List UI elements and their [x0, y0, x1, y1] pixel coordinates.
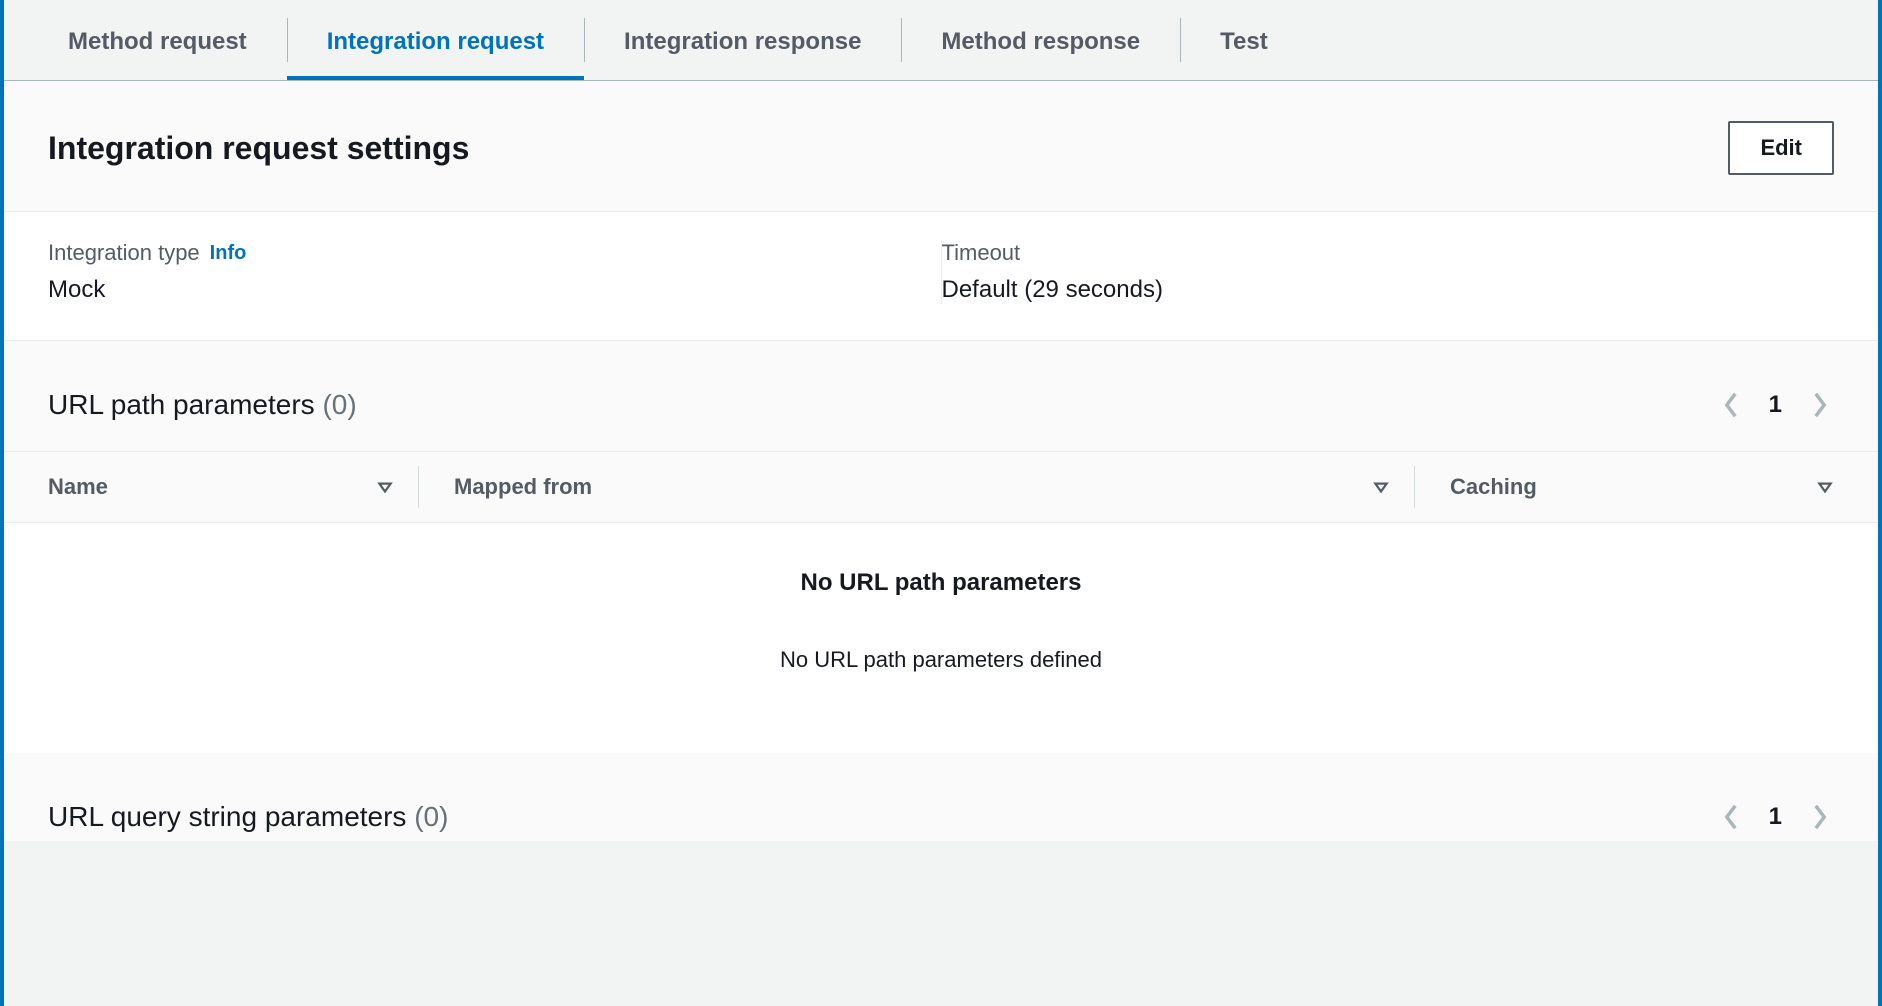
tab-label: Method request — [68, 28, 247, 55]
tab-label: Integration request — [327, 28, 544, 55]
tab-method-response[interactable]: Method response — [901, 0, 1180, 80]
sort-icon — [1372, 478, 1390, 496]
column-label: Mapped from — [454, 474, 592, 500]
empty-subtitle: No URL path parameters defined — [48, 647, 1834, 673]
section-title-text: URL query string parameters — [48, 801, 406, 832]
tab-integration-request[interactable]: Integration request — [287, 0, 584, 80]
url-path-params-pager: 1 — [1717, 391, 1834, 419]
url-query-params-header: URL query string parameters (0) 1 — [4, 753, 1878, 841]
tab-label: Method response — [941, 28, 1140, 55]
sort-icon — [376, 478, 394, 496]
timeout-value: Default (29 seconds) — [942, 276, 1795, 304]
integration-request-settings-panel: Integration request settings Edit Integr… — [4, 81, 1878, 341]
page-number: 1 — [1769, 803, 1782, 831]
timeout-label: Timeout — [942, 240, 1021, 266]
url-path-params-empty-state: No URL path parameters No URL path param… — [4, 523, 1878, 753]
column-name[interactable]: Name — [48, 452, 418, 522]
chevron-right-icon[interactable] — [1806, 391, 1834, 419]
integration-type-field: Integration type Info Mock — [48, 240, 941, 304]
section-count: (0) — [322, 389, 356, 420]
sort-icon — [1816, 478, 1834, 496]
chevron-right-icon[interactable] — [1806, 803, 1834, 831]
chevron-left-icon[interactable] — [1717, 391, 1745, 419]
url-path-params-title: URL path parameters (0) — [48, 389, 357, 421]
tab-test[interactable]: Test — [1180, 0, 1308, 80]
integration-type-label: Integration type — [48, 240, 200, 266]
url-path-params-table-header: Name Mapped from Caching — [4, 451, 1878, 523]
integration-type-info-link[interactable]: Info — [210, 242, 247, 265]
chevron-left-icon[interactable] — [1717, 803, 1745, 831]
section-count: (0) — [414, 801, 448, 832]
settings-header: Integration request settings Edit — [4, 81, 1878, 212]
url-query-params-pager: 1 — [1717, 803, 1834, 831]
integration-type-value: Mock — [48, 276, 901, 304]
edit-button[interactable]: Edit — [1728, 121, 1834, 175]
timeout-field: Timeout Default (29 seconds) — [942, 240, 1835, 304]
page-number: 1 — [1769, 391, 1782, 419]
tab-integration-response[interactable]: Integration response — [584, 0, 901, 80]
section-title-text: URL path parameters — [48, 389, 315, 420]
url-query-params-title: URL query string parameters (0) — [48, 801, 448, 833]
column-mapped-from[interactable]: Mapped from — [418, 452, 1414, 522]
column-label: Caching — [1450, 474, 1537, 500]
page-frame: Method request Integration request Integ… — [0, 0, 1882, 1006]
settings-title: Integration request settings — [48, 130, 469, 167]
tab-method-request[interactable]: Method request — [28, 0, 287, 80]
column-label: Name — [48, 474, 108, 500]
method-tabs: Method request Integration request Integ… — [4, 0, 1878, 81]
tab-label: Integration response — [624, 28, 861, 55]
settings-details: Integration type Info Mock Timeout Defau… — [4, 212, 1878, 341]
tab-label: Test — [1220, 28, 1268, 55]
empty-title: No URL path parameters — [48, 569, 1834, 597]
url-path-params-header: URL path parameters (0) 1 — [4, 341, 1878, 451]
column-caching[interactable]: Caching — [1414, 452, 1834, 522]
